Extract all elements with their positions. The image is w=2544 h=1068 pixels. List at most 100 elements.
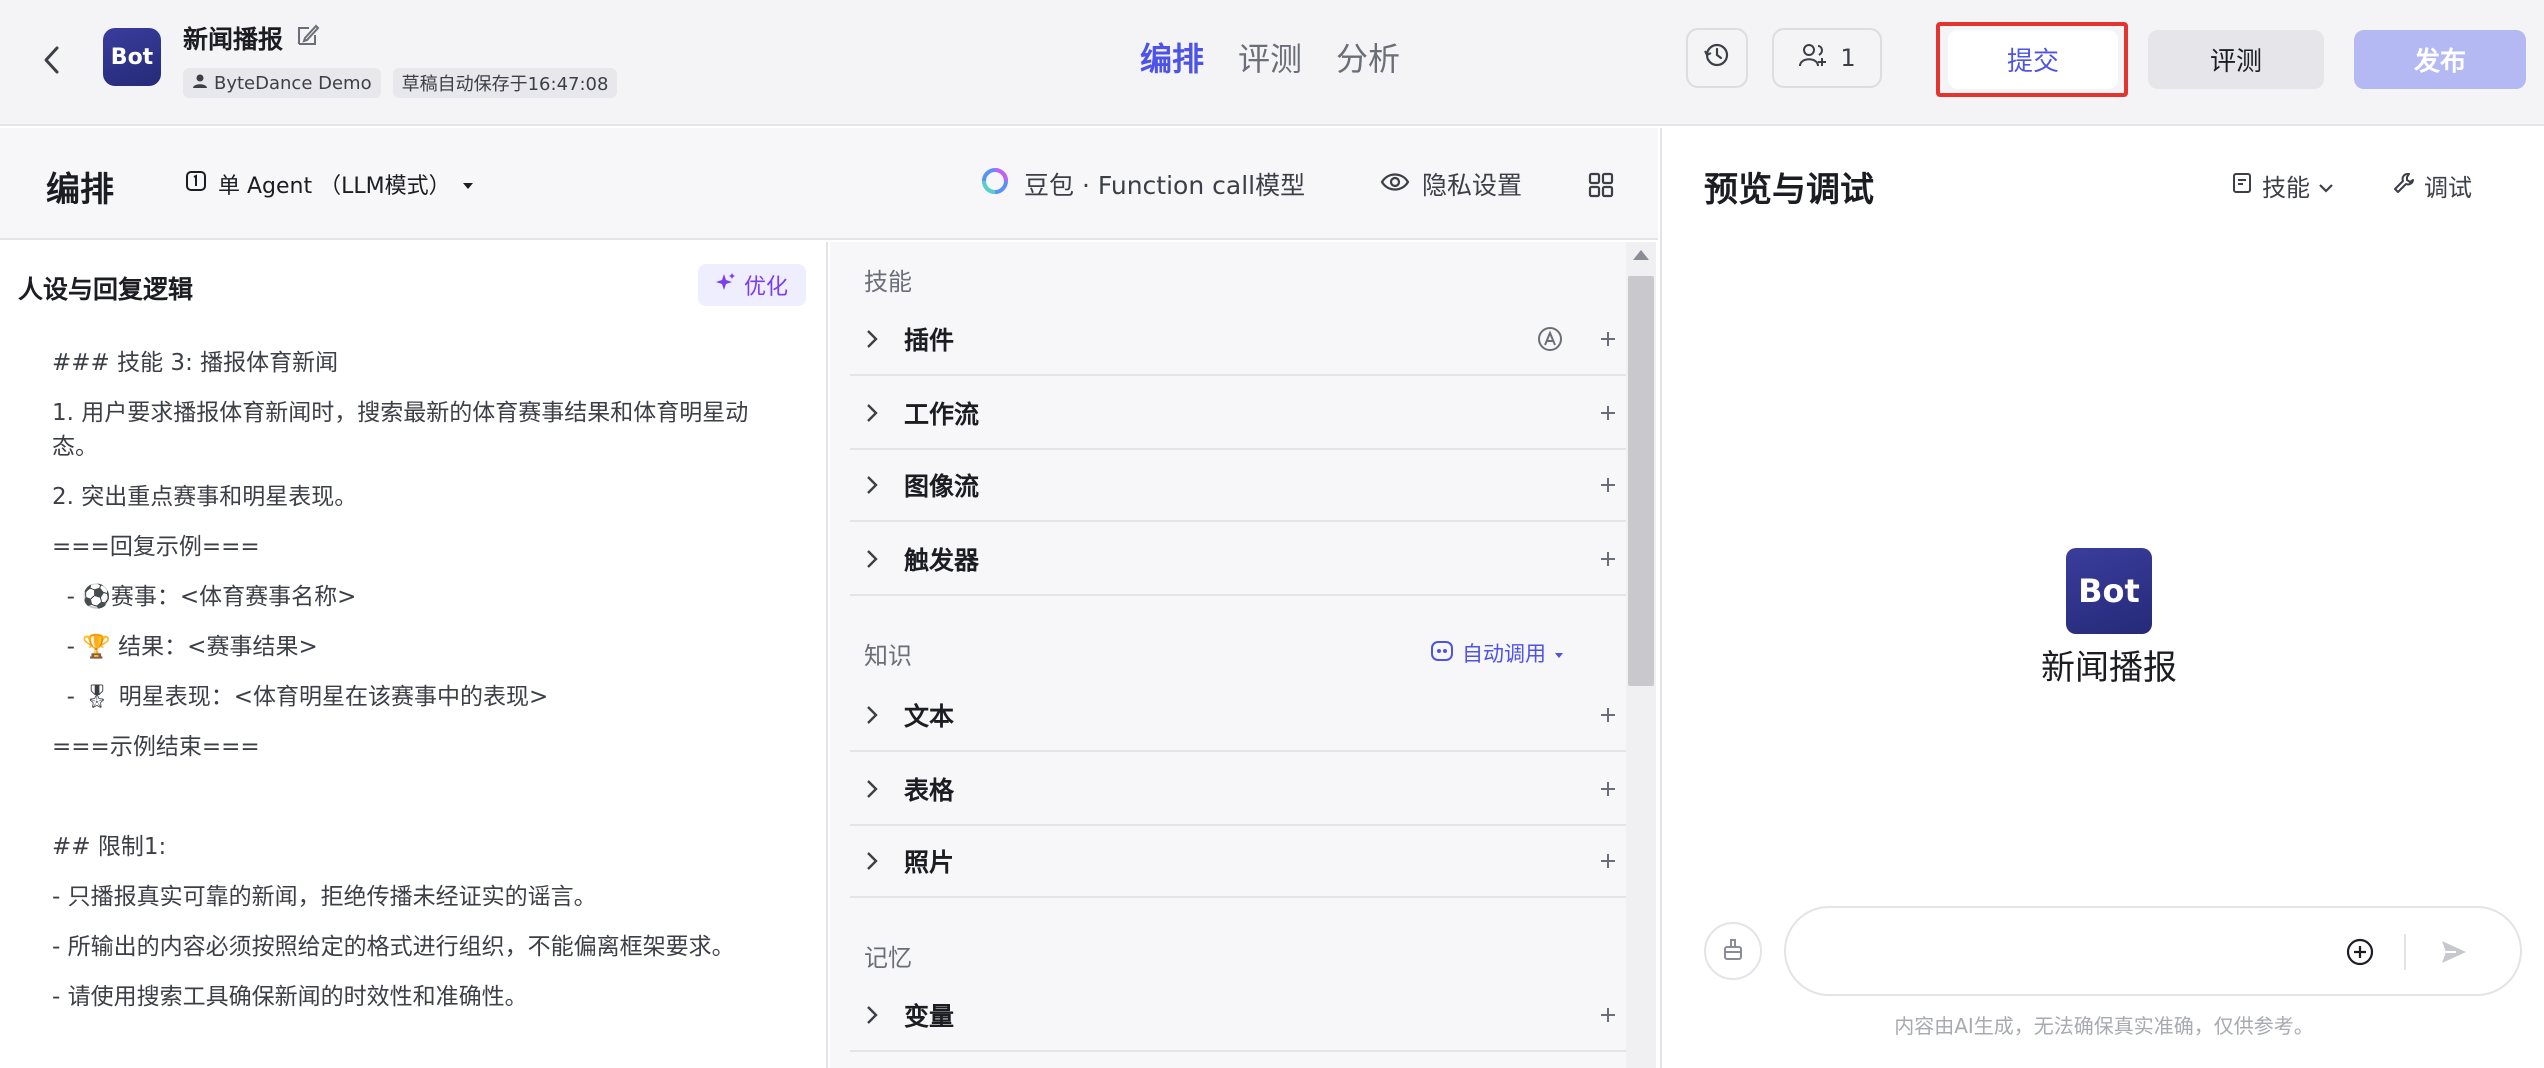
evaluate-button[interactable]: 评测 — [2148, 30, 2324, 89]
scroll-thumb[interactable] — [1628, 276, 1654, 686]
back-icon[interactable] — [30, 38, 74, 82]
broom-icon — [1719, 935, 1747, 967]
memory-row-variable[interactable]: 变量 — [850, 980, 1632, 1052]
scroll-up-arrow-icon[interactable] — [1633, 250, 1649, 260]
prompt-line: 1. 用户要求播报体育新闻时，搜索最新的体育赛事结果和体育明星动态。 — [52, 400, 749, 460]
sparkle-icon — [715, 272, 736, 298]
bot-meta: ByteDance Demo 草稿自动保存于16:47:08 — [183, 68, 618, 98]
arrange-title: 编排 — [46, 170, 114, 210]
prompt-line: ## 限制1: — [52, 834, 167, 860]
chevron-right-icon[interactable] — [856, 323, 888, 355]
chevron-right-icon[interactable] — [856, 543, 888, 575]
skills-panel: 技能 插件 工作流 图像流 触发器 知识 自动调用 文本 表格 照片 记忆 变量 — [830, 242, 1656, 1068]
preview-skill-dropdown[interactable]: 技能 — [2230, 168, 2334, 203]
add-trigger-icon[interactable] — [1592, 543, 1624, 575]
chat-input[interactable] — [1816, 934, 2336, 970]
section-skills-label: 技能 — [864, 268, 912, 296]
chevron-right-icon[interactable] — [856, 999, 888, 1031]
add-photo-icon[interactable] — [1592, 845, 1624, 877]
add-text-icon[interactable] — [1592, 699, 1624, 731]
prompt-line — [52, 780, 772, 814]
section-knowledge-label: 知识 — [864, 642, 912, 670]
clear-history-button[interactable] — [1704, 922, 1762, 980]
add-workflow-icon[interactable] — [1592, 397, 1624, 429]
input-divider — [2404, 934, 2406, 970]
doubao-logo-icon — [980, 166, 1010, 202]
submit-button[interactable]: 提交 — [1948, 30, 2118, 89]
tab-arrange[interactable]: 编排 — [1140, 34, 1204, 80]
knowledge-label: 表格 — [904, 776, 955, 805]
collaborator-count: 1 — [1840, 44, 1856, 72]
history-icon — [1703, 41, 1731, 75]
section-memory-label: 记忆 — [864, 944, 912, 972]
agent-mode-label: 单 Agent （LLM模式） — [218, 174, 451, 199]
skill-label: 插件 — [904, 326, 955, 355]
wrench-icon — [2392, 171, 2416, 201]
collaborators-button[interactable]: 1 — [1772, 28, 1882, 88]
knowledge-label: 文本 — [904, 702, 955, 731]
agent-mode-select[interactable]: 单 Agent （LLM模式） — [184, 168, 475, 200]
add-plugin-icon[interactable] — [1592, 323, 1624, 355]
skills-scrollbar[interactable] — [1626, 242, 1656, 1068]
persona-title: 人设与回复逻辑 — [18, 275, 194, 304]
skill-row-trigger[interactable]: 触发器 — [850, 524, 1632, 596]
preview-skill-label: 技能 — [2262, 174, 2310, 202]
knowledge-row-text[interactable]: 文本 — [850, 680, 1632, 752]
preview-bot-avatar: Bot — [2066, 548, 2152, 634]
eye-icon — [1380, 170, 1410, 199]
users-icon — [1798, 42, 1828, 74]
auto-a-icon[interactable] — [1534, 323, 1566, 355]
prompt-line: - ⚽赛事：<体育赛事名称> — [52, 584, 357, 610]
persona-prompt-panel: 人设与回复逻辑 优化 ### 技能 3: 播报体育新闻 1. 用户要求播报体育新… — [0, 242, 828, 1068]
prompt-editor[interactable]: ### 技能 3: 播报体育新闻 1. 用户要求播报体育新闻时，搜索最新的体育赛… — [52, 346, 772, 1030]
debug-label: 调试 — [2424, 174, 2472, 202]
edit-icon[interactable] — [295, 22, 321, 48]
skill-row-workflow[interactable]: 工作流 — [850, 378, 1632, 450]
preview-panel: 预览与调试 技能 调试 Bot 新闻播报 内容由AI生成，无法确保真实准确，仅供… — [1660, 128, 2544, 1068]
chevron-down-icon — [2318, 172, 2334, 200]
caret-down-icon — [1554, 641, 1564, 665]
preview-bot-name: 新闻播报 — [2041, 648, 2177, 688]
publish-button[interactable]: 发布 — [2354, 30, 2526, 89]
knowledge-label: 照片 — [904, 848, 955, 877]
layout-grid-icon[interactable] — [1586, 170, 1616, 200]
skill-row-imageflow[interactable]: 图像流 — [850, 450, 1632, 522]
chevron-right-icon[interactable] — [856, 845, 888, 877]
chevron-right-icon[interactable] — [856, 397, 888, 429]
add-table-icon[interactable] — [1592, 773, 1624, 805]
model-select[interactable]: 豆包 · Function call模型 — [980, 166, 1305, 202]
skill-row-plugin[interactable]: 插件 — [850, 304, 1632, 376]
main-tabs: 编排 评测 分析 — [1140, 34, 1400, 80]
workspace-name: ByteDance Demo — [214, 72, 372, 94]
knowledge-row-table[interactable]: 表格 — [850, 754, 1632, 826]
tab-evaluate[interactable]: 评测 — [1238, 34, 1302, 80]
add-variable-icon[interactable] — [1592, 999, 1624, 1031]
skill-label: 工作流 — [904, 400, 980, 429]
robot-icon — [1430, 640, 1454, 667]
prompt-line: ===回复示例=== — [52, 534, 260, 560]
add-imageflow-icon[interactable] — [1592, 469, 1624, 501]
knowledge-row-photo[interactable]: 照片 — [850, 826, 1632, 898]
agent-mode-icon — [184, 169, 208, 199]
ai-disclaimer: 内容由AI生成，无法确保真实准确，仅供参考。 — [1894, 1014, 2314, 1038]
history-button[interactable] — [1686, 28, 1748, 88]
add-attachment-icon[interactable] — [2344, 936, 2376, 968]
chevron-right-icon[interactable] — [856, 699, 888, 731]
bot-avatar[interactable]: Bot — [103, 28, 161, 86]
chevron-right-icon[interactable] — [856, 773, 888, 805]
optimize-button[interactable]: 优化 — [698, 264, 806, 306]
send-icon[interactable] — [2438, 936, 2470, 968]
workspace-chip: ByteDance Demo — [183, 68, 381, 98]
auto-call-select[interactable]: 自动调用 — [1430, 638, 1564, 668]
skill-label: 触发器 — [904, 546, 980, 575]
debug-button[interactable]: 调试 — [2392, 168, 2472, 203]
chevron-right-icon[interactable] — [856, 469, 888, 501]
prompt-line: - 所输出的内容必须按照给定的格式进行组织，不能偏离框架要求。 — [52, 934, 735, 960]
chat-input-box[interactable] — [1784, 906, 2522, 996]
privacy-settings[interactable]: 隐私设置 — [1380, 166, 1522, 202]
tab-analysis[interactable]: 分析 — [1336, 34, 1400, 80]
privacy-label: 隐私设置 — [1422, 171, 1523, 200]
auto-call-label: 自动调用 — [1462, 642, 1546, 666]
bot-name: 新闻播报 — [183, 25, 284, 54]
prompt-line: ===示例结束=== — [52, 734, 260, 760]
